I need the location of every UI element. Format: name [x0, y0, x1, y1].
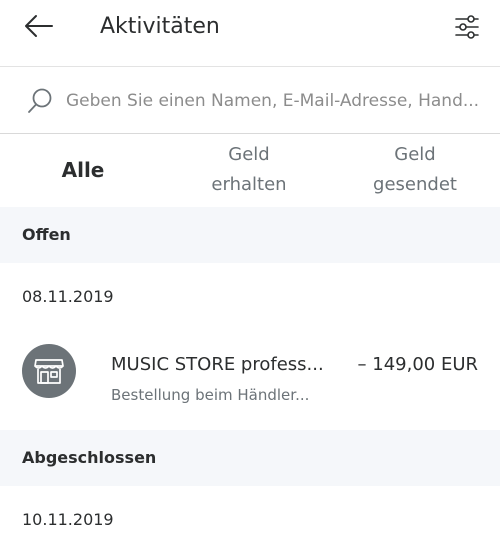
tab-label: Alle	[61, 158, 105, 182]
tab-all[interactable]: Alle	[0, 134, 166, 206]
section-header-completed: Abgeschlossen	[0, 430, 500, 486]
date-label: 10.11.2019	[22, 510, 114, 529]
transaction-row[interactable]: MUSIC STORE profess... Bestellung beim H…	[0, 330, 500, 428]
tab-label-line1: Geld	[228, 144, 270, 165]
tab-label-line2: gesendet	[373, 174, 457, 195]
tab-money-sent[interactable]: Geld gesendet	[332, 134, 498, 206]
back-button[interactable]	[22, 12, 56, 40]
storefront-icon	[34, 359, 64, 384]
activity-tabs: Alle Geld erhalten Geld gesendet	[0, 134, 500, 206]
arrow-left-icon	[25, 15, 53, 37]
merchant-name: MUSIC STORE profess...	[111, 354, 324, 375]
app-header: Aktivitäten	[0, 0, 500, 66]
section-header-open: Offen	[0, 207, 500, 263]
transaction-amount: – 149,00 EUR	[357, 354, 478, 375]
filter-button[interactable]	[452, 12, 482, 42]
transaction-subtitle: Bestellung beim Händler...	[111, 386, 310, 404]
search-icon	[28, 88, 52, 113]
search-bar	[0, 66, 500, 134]
tab-money-received[interactable]: Geld erhalten	[166, 134, 332, 206]
date-label: 08.11.2019	[22, 287, 114, 306]
sliders-icon	[455, 15, 479, 39]
page-title: Aktivitäten	[100, 14, 220, 39]
tab-label-line2: erhalten	[211, 174, 287, 195]
search-input[interactable]	[66, 85, 496, 117]
merchant-avatar	[22, 344, 76, 398]
tab-label-line1: Geld	[394, 144, 436, 165]
